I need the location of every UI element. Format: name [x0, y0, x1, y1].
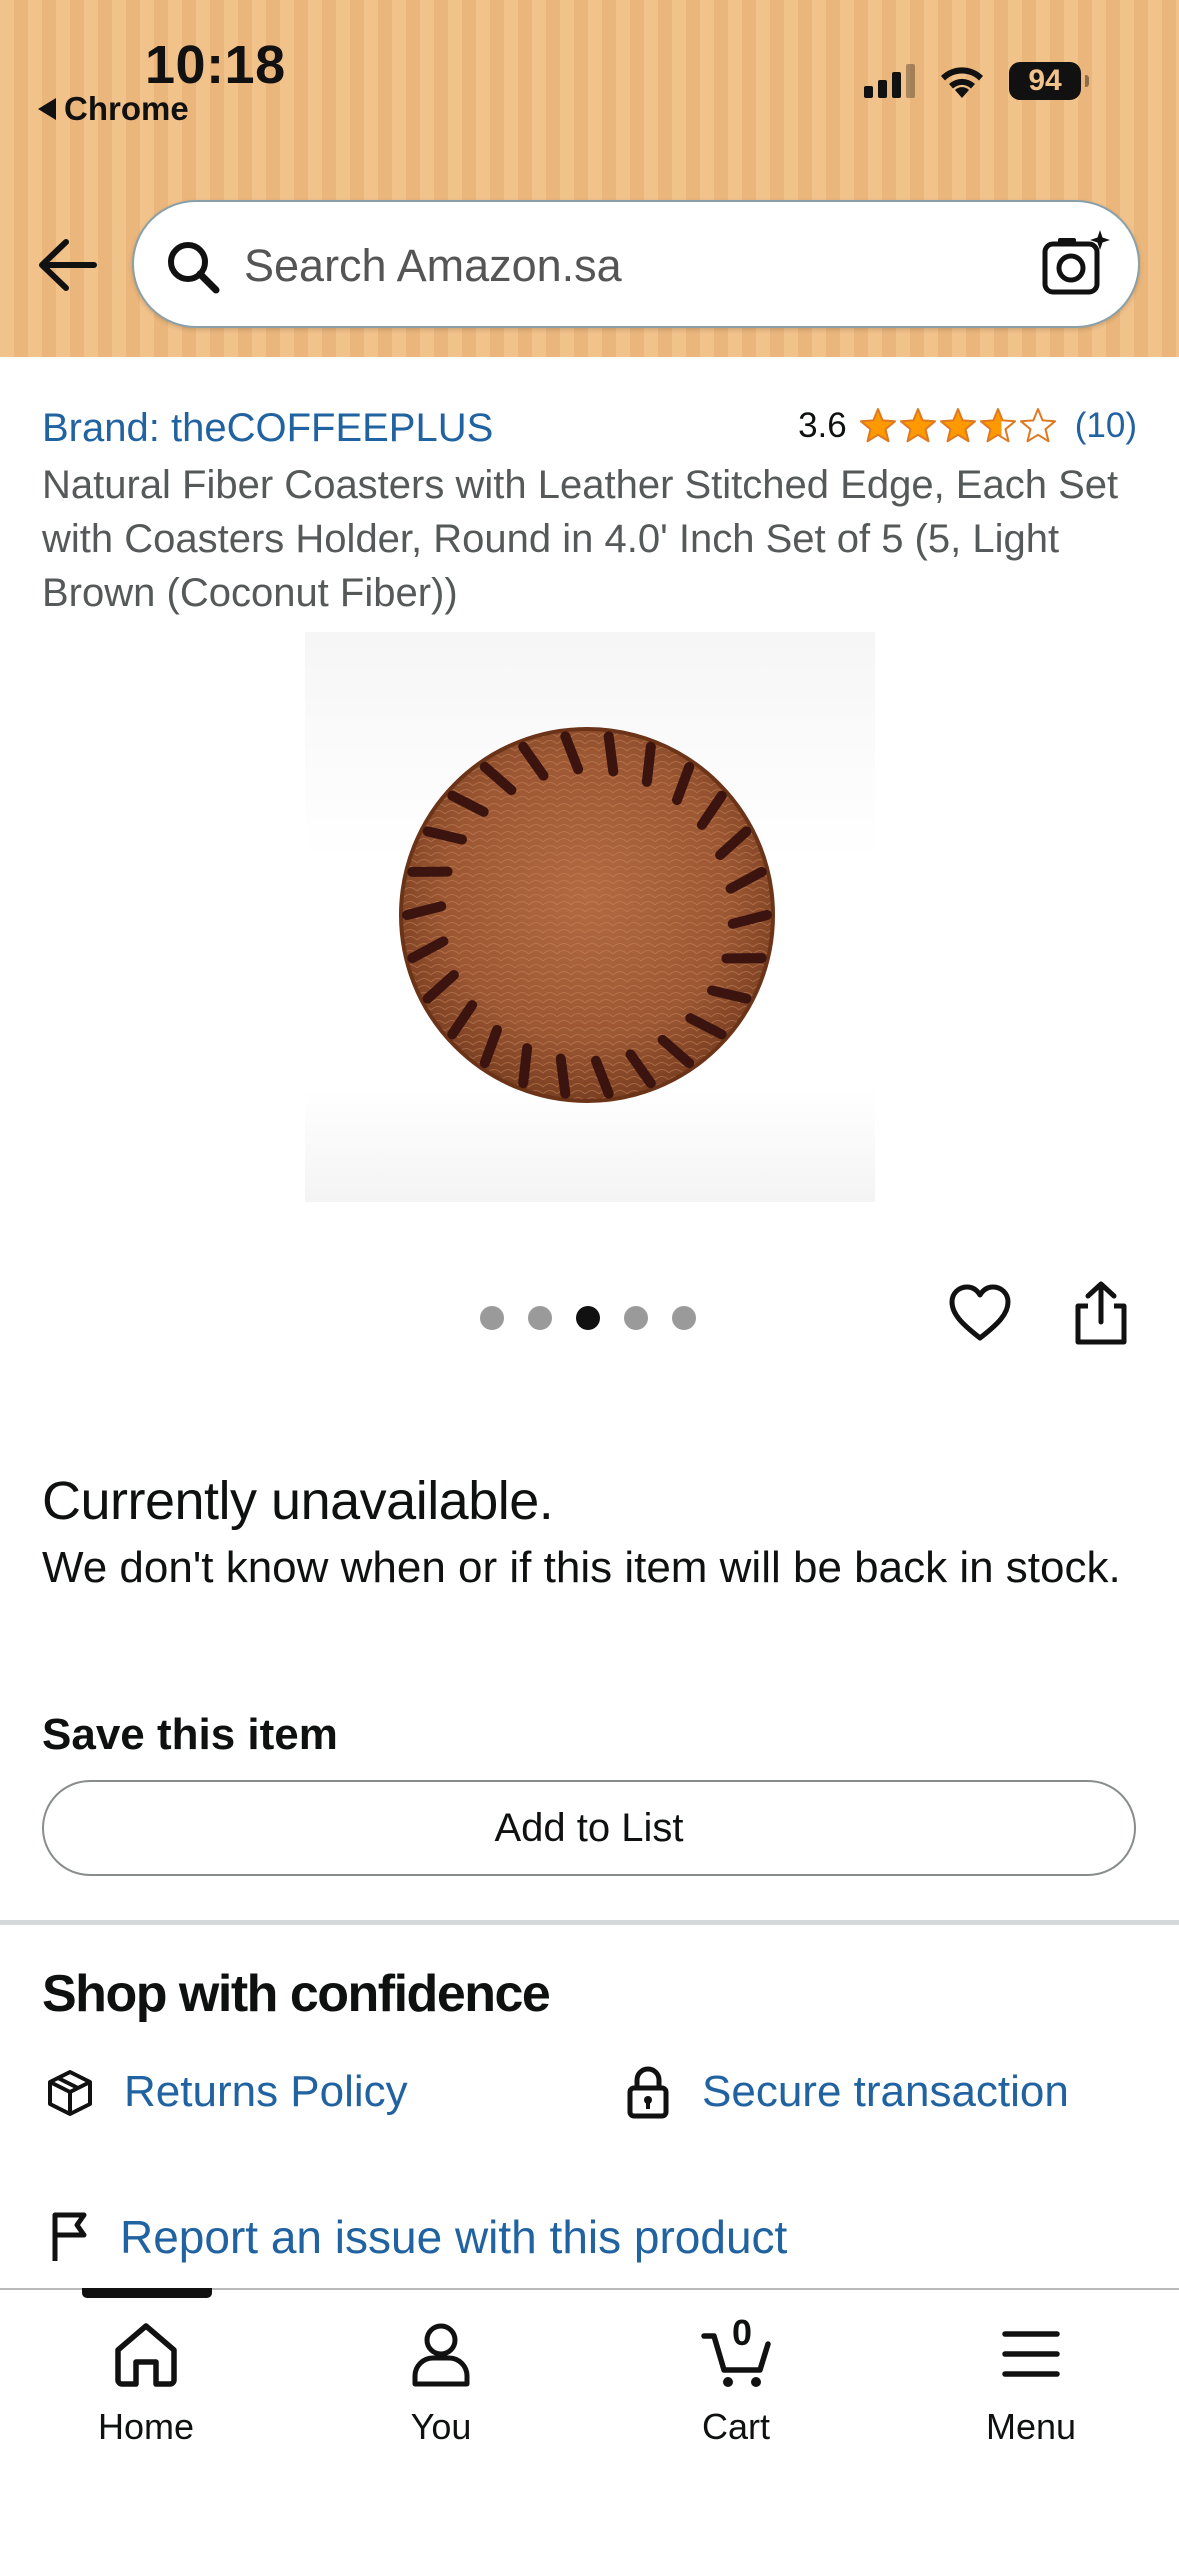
returns-box-icon [48, 2070, 92, 2116]
rating-count[interactable]: (10) [1075, 406, 1137, 446]
add-to-list-button[interactable]: Add to List [42, 1780, 1136, 1876]
rating-stars [859, 407, 1057, 445]
app-header: 10:18 Chrome 94 [0, 0, 1179, 357]
brand-link[interactable]: Brand: theCOFFEEPLUS [42, 406, 493, 451]
star-icon [939, 408, 976, 443]
search-icon [168, 242, 220, 294]
cellular-signal-icon [864, 64, 915, 98]
stitch-mark [555, 1053, 571, 1099]
status-time: 10:18 [145, 35, 286, 95]
flag-icon [52, 2212, 87, 2261]
image-pagination[interactable] [480, 1306, 696, 1330]
product-title: Natural Fiber Coasters with Leather Stit… [42, 463, 1119, 615]
nav-cart-label: Cart [701, 2406, 770, 2447]
menu-icon [1002, 2331, 1060, 2377]
nav-menu-label: Menu [985, 2406, 1077, 2447]
secure-transaction-link[interactable]: Secure transaction [620, 2064, 1069, 2120]
section-divider [0, 1920, 1179, 1925]
wifi-icon [941, 67, 983, 98]
lock-icon [627, 2066, 669, 2119]
availability-message: We don't know when or if this item will … [42, 1543, 1121, 1592]
nav-you[interactable]: You [341, 2318, 541, 2448]
returns-policy-label: Returns Policy [124, 2067, 408, 2116]
pagination-dot[interactable] [672, 1306, 696, 1330]
camera-search-icon[interactable] [1040, 228, 1112, 300]
home-icon [115, 2323, 177, 2387]
returns-policy-link[interactable]: Returns Policy [42, 2064, 408, 2120]
confidence-heading: Shop with confidence [42, 1965, 551, 2023]
stitch-mark [603, 731, 619, 777]
report-issue-label: Report an issue with this product [120, 2211, 788, 2263]
pagination-dot[interactable] [480, 1306, 504, 1330]
pagination-dot[interactable] [624, 1306, 648, 1330]
search-input[interactable] [244, 228, 1014, 304]
nav-you-label: You [410, 2406, 472, 2447]
heart-icon[interactable] [948, 1282, 1012, 1346]
stitch-mark [641, 741, 656, 787]
back-arrow-icon[interactable] [36, 236, 98, 294]
pagination-dot[interactable] [528, 1306, 552, 1330]
report-issue-link[interactable]: Report an issue with this product [50, 2210, 787, 2264]
star-icon [1019, 408, 1056, 443]
rating-value: 3.6 [798, 406, 847, 445]
battery-icon: 94 [1009, 62, 1089, 100]
nav-home[interactable]: Home [46, 2318, 246, 2448]
product-image[interactable] [305, 632, 875, 1202]
stitch-mark [518, 1043, 533, 1089]
back-app-label: Chrome [64, 90, 189, 127]
status-indicators: 94 [864, 62, 1089, 100]
star-icon [859, 408, 896, 443]
cart-count-badge: 0 [731, 2312, 753, 2353]
active-tab-indicator [82, 2288, 212, 2298]
rating-summary[interactable]: 3.6 (10) [798, 406, 1137, 446]
search-bar[interactable] [132, 200, 1140, 328]
coaster-illustration [399, 727, 775, 1103]
user-icon [412, 2323, 470, 2387]
save-item-label: Save this item [42, 1710, 338, 1759]
pagination-dot[interactable] [576, 1306, 600, 1330]
star-icon [979, 408, 1016, 443]
availability-heading: Currently unavailable. [42, 1471, 554, 1531]
back-triangle-icon [38, 98, 56, 120]
nav-home-label: Home [97, 2406, 195, 2447]
nav-menu[interactable]: Menu [931, 2318, 1131, 2448]
secure-transaction-label: Secure transaction [702, 2067, 1069, 2116]
share-icon[interactable] [1070, 1280, 1132, 1346]
star-icon [899, 408, 936, 443]
back-to-app-link[interactable]: Chrome [38, 90, 189, 128]
